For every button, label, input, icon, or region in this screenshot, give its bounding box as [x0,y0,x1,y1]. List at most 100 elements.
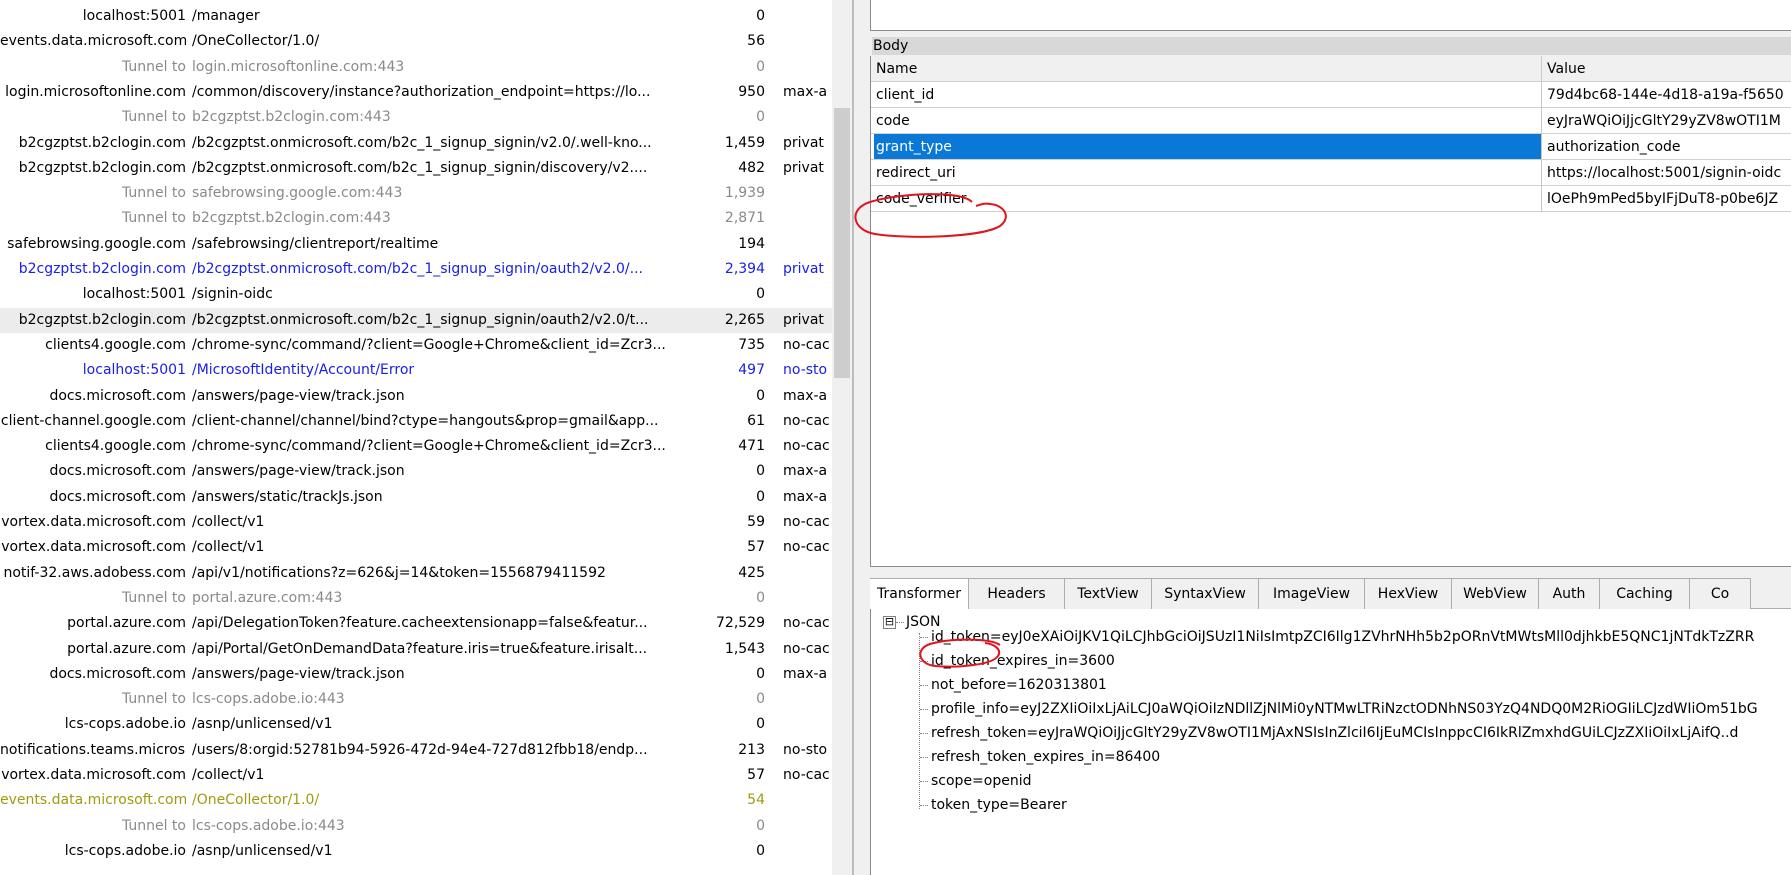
param-name: grant_type [876,139,952,155]
session-body-size: 471 [738,438,765,455]
session-row[interactable]: notifications.teams.microsoft.com/users/… [0,738,832,763]
session-body-size: 0 [756,817,765,834]
session-body-size: 57 [747,767,765,783]
session-row[interactable]: client-channel.google.com/client-channel… [0,409,832,434]
session-row[interactable]: notif-32.aws.adobess.com/api/v1/notifica… [0,561,832,586]
session-row[interactable]: lcs-cops.adobe.io/asnp/unlicensed/v1 0 [0,712,832,737]
tab-co[interactable]: Co [1690,578,1751,609]
session-row[interactable]: clients4.google.com/chrome-sync/command/… [0,434,832,459]
session-row[interactable]: Tunnel to safebrowsing.google.com:443 1,93… [0,181,832,206]
session-url: /api/v1/notifications?z=626&j=14&token=1… [192,564,606,581]
session-row[interactable]: b2cgzptst.b2clogin.com/b2cgzptst.onmicro… [0,156,832,181]
session-row[interactable]: docs.microsoft.com/answers/page-view/tra… [0,459,832,484]
session-row[interactable]: portal.azure.com/api/DelegationToken?fea… [0,611,832,636]
json-node[interactable]: refresh_token_expires_in=86400 [931,746,1160,768]
json-node[interactable]: scope=openid [931,770,1032,792]
session-row[interactable]: localhost:5001/manager 0 [0,4,832,29]
session-body-size: 213 [738,741,765,758]
session-caching: privat [783,311,824,328]
session-row[interactable]: clients4.google.com/chrome-sync/command/… [0,333,832,358]
session-body-size: 425 [738,564,765,581]
session-row[interactable]: Tunnel to lcs-cops.adobe.io:443 0 [0,687,832,712]
session-list[interactable]: localhost:5001/manager 0 events.data.micro… [0,0,832,875]
json-node[interactable]: not_before=1620313801 [931,674,1107,696]
session-row[interactable]: Tunnel to b2cgzptst.b2clogin.com:443 0 [0,105,832,130]
session-url: /b2cgzptst.onmicrosoft.com/b2c_1_signup_… [192,159,648,176]
session-body-size: 0 [756,286,765,303]
session-host: docs.microsoft.com [49,488,186,505]
session-url: /MicrosoftIdentity/Account/Error [192,362,415,379]
session-host: events.data.microsoft.com [0,792,186,809]
session-row[interactable]: b2cgzptst.b2clogin.com/b2cgzptst.onmicro… [0,307,832,333]
session-row[interactable]: Tunnel to login.microsoftonline.com:443 0 [0,55,832,80]
body-param-row[interactable]: code_verifier lOePh9mPed5byIFjDuT8-p0be6J… [871,186,1791,212]
session-host: Tunnel to [121,691,186,708]
tree-connector [920,757,928,758]
tree-connector [920,637,928,638]
body-param-row[interactable]: grant_type authorization_code [871,134,1791,160]
session-row[interactable]: Tunnel to portal.azure.com:443 0 [0,586,832,611]
tab-webview[interactable]: WebView [1452,578,1539,609]
session-row[interactable]: events.data.microsoft.com/OneCollector/1… [0,29,832,54]
scrollbar-thumb[interactable] [834,108,850,378]
json-node[interactable]: id_token_expires_in=3600 [931,650,1115,672]
body-param-row[interactable]: code eyJraWQiOiJjcGltY29yZV8wOTI1M [871,108,1791,134]
session-row[interactable]: login.microsoftonline.com/common/discove… [0,80,832,105]
tab-hexview[interactable]: HexView [1365,578,1452,609]
session-body-size: 0 [756,463,765,480]
session-row[interactable]: localhost:5001/MicrosoftIdentity/Account… [0,358,832,383]
session-row[interactable]: b2cgzptst.b2clogin.com/b2cgzptst.onmicro… [0,257,832,282]
collapse-toggle-icon[interactable]: ⊟ [883,616,896,629]
json-tree-view: ⊟ JSON id_token=eyJ0eXAiOiJKV1QiLCJhbGci… [870,609,1791,875]
tab-caching[interactable]: Caching [1600,578,1690,609]
session-host: events.data.microsoft.com [0,33,186,50]
session-row[interactable]: docs.microsoft.com/answers/page-view/tra… [0,662,832,687]
session-row[interactable]: lcs-cops.adobe.io/asnp/unlicensed/v1 0 [0,839,832,864]
session-body-size: 59 [747,514,765,530]
tab-auth[interactable]: Auth [1539,578,1600,609]
session-row[interactable]: Tunnel to lcs-cops.adobe.io:443 0 [0,814,832,839]
session-row[interactable]: docs.microsoft.com/answers/static/trackJ… [0,485,832,510]
session-body-size: 2,394 [724,261,765,277]
param-name: code [876,113,910,129]
tab-syntaxview[interactable]: SyntaxView [1152,578,1259,609]
body-param-row[interactable]: client_id 79d4bc68-144e-4d18-a19a-f5650 [871,82,1791,108]
session-row[interactable]: b2cgzptst.b2clogin.com/b2cgzptst.onmicro… [0,131,832,156]
session-host: Tunnel to [121,817,186,834]
session-body-size: 0 [756,665,765,682]
session-body-size: 72,529 [716,615,765,632]
tab-imageview[interactable]: ImageView [1259,578,1365,609]
panel-splitter[interactable] [852,0,870,875]
session-row[interactable]: vortex.data.microsoft.com/collect/v1 57 no… [0,763,832,788]
session-url: /api/Portal/GetOnDemandData?feature.iris… [192,640,648,657]
session-host: notifications.teams.microsoft.com [0,741,186,758]
tab-transformer[interactable]: Transformer [870,578,969,610]
body-param-row[interactable]: redirect_uri https://localhost:5001/signi… [871,160,1791,186]
json-node[interactable]: token_type=Bearer [931,794,1067,816]
session-row[interactable]: localhost:5001/signin-oidc 0 [0,282,832,307]
grid-header-name[interactable]: Name [876,56,1536,82]
session-caching: max-a [783,488,828,505]
json-node[interactable]: profile_info=eyJ2ZXIiOiIxLjAiLCJ0aWQiOiI… [931,698,1758,720]
session-row[interactable]: safebrowsing.google.com/safebrowsing/cli… [0,232,832,257]
session-caching: no-cac [783,767,830,783]
session-host: login.microsoftonline.com [5,83,186,100]
session-url: lcs-cops.adobe.io:443 [192,691,345,708]
tab-textview[interactable]: TextView [1065,578,1152,609]
param-name: code_verifier [876,191,967,207]
session-row[interactable]: vortex.data.microsoft.com/collect/v1 59 no… [0,510,832,535]
session-host: localhost:5001 [82,362,186,379]
json-node[interactable]: id_token=eyJ0eXAiOiJKV1QiLCJhbGciOiJSUzI… [931,626,1754,648]
json-node[interactable]: refresh_token=eyJraWQiOiJjcGltY29yZV8wOT… [931,722,1738,744]
tab-headers[interactable]: Headers [969,578,1065,609]
grid-header-value[interactable]: Value [1547,56,1791,82]
session-row[interactable]: docs.microsoft.com/answers/page-view/tra… [0,384,832,409]
session-row[interactable]: Tunnel to b2cgzptst.b2clogin.com:443 2,871 [0,206,832,231]
session-row[interactable]: events.data.microsoft.com/OneCollector/1… [0,788,832,813]
tree-connector [920,781,928,782]
session-body-size: 497 [738,362,765,379]
session-host: b2cgzptst.b2clogin.com [18,134,186,151]
session-row[interactable]: vortex.data.microsoft.com/collect/v1 57 no… [0,535,832,560]
session-body-size: 61 [747,412,765,429]
session-row[interactable]: portal.azure.com/api/Portal/GetOnDemandD… [0,637,832,662]
